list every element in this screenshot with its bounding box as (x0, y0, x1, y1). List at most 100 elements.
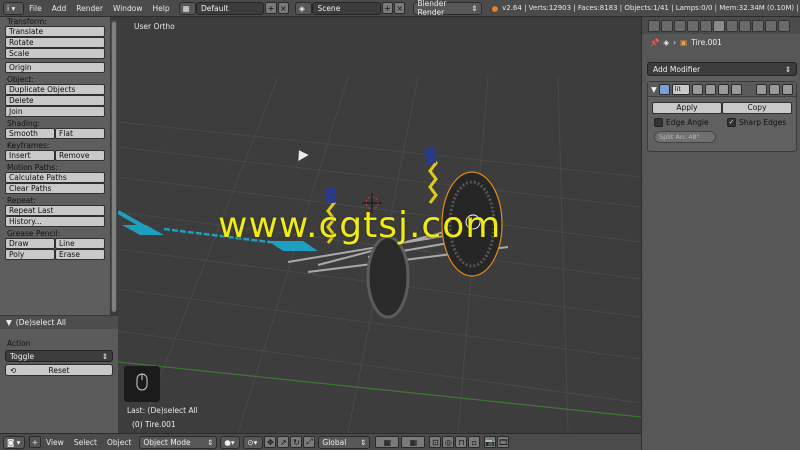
manipulator-toggle-icon[interactable]: ✥ (264, 436, 277, 448)
mode-dropdown[interactable]: Object Mode ⇕ (139, 435, 218, 449)
operator-title: (De)select All (15, 318, 66, 327)
layer-grid-icon[interactable]: ▦ (375, 436, 400, 448)
screen-layout-field[interactable]: Default (196, 1, 265, 15)
menu-window[interactable]: Window (108, 4, 148, 13)
apply-button[interactable]: Apply (652, 102, 722, 114)
proportional-edit-icon[interactable]: ◎ (442, 436, 455, 448)
line-button[interactable]: Line (55, 238, 105, 249)
scene-field[interactable]: Scene (312, 1, 381, 15)
physics-tab-icon[interactable] (778, 19, 790, 32)
mode-value: Object Mode (143, 437, 191, 447)
flat-button[interactable]: Flat (55, 128, 105, 139)
mouse-pointer (298, 150, 309, 162)
properties-breadcrumb: 📌 ◈ › ▣ Tire.001 (642, 34, 800, 50)
join-button[interactable]: Join (5, 106, 105, 117)
menu-render[interactable]: Render (71, 4, 108, 13)
draw-button[interactable]: Draw (5, 238, 55, 249)
delete-screen-icon[interactable]: × (277, 2, 290, 14)
action-dropdown[interactable]: Toggle ⇕ (5, 350, 113, 362)
tool-shelf: Transform: Translate Rotate Scale Origin… (0, 17, 110, 315)
world-tab-icon[interactable] (674, 19, 686, 32)
modifier-header: ▼ lit (648, 82, 796, 97)
add-screen-icon[interactable]: + (265, 2, 277, 14)
clear-paths-button[interactable]: Clear Paths (5, 183, 105, 194)
opengl-anim-icon[interactable]: 🎞 (497, 436, 510, 448)
viewport-toggle-icon[interactable] (704, 83, 716, 95)
menu-help[interactable]: Help (148, 4, 175, 13)
rotate-button[interactable]: Rotate (5, 37, 105, 48)
data-tab-icon[interactable] (726, 19, 738, 32)
scale-button[interactable]: Scale (5, 48, 105, 59)
menu-select[interactable]: Select (69, 438, 102, 447)
grease-pencil-section-label: Grease Pencil: (7, 229, 61, 238)
pivot-point-icon[interactable]: ⊙▾ (243, 435, 264, 449)
viewport-header: ◙ ▾ + View Select Object Object Mode ⇕ ●▾… (0, 433, 641, 450)
opengl-render-icon[interactable]: 📷 (484, 436, 497, 448)
reset-button[interactable]: ⟲ Reset (5, 364, 113, 376)
smooth-button[interactable]: Smooth (5, 128, 55, 139)
move-down-icon[interactable] (769, 83, 780, 95)
render-tab-icon[interactable] (648, 19, 660, 32)
close-icon[interactable] (782, 83, 793, 95)
tool-shelf-scrollbar[interactable] (111, 20, 117, 312)
constraints-tab-icon[interactable] (700, 19, 712, 32)
remove-keyframe-button[interactable]: Remove (55, 150, 105, 161)
insert-keyframe-button[interactable]: Insert (5, 150, 55, 161)
material-tab-icon[interactable] (739, 19, 751, 32)
rotate-manipulator-icon[interactable]: ↻ (290, 436, 303, 448)
poly-button[interactable]: Poly (5, 249, 55, 260)
scrollbar-thumb[interactable] (112, 22, 116, 312)
screen-layout-icon[interactable]: ▦ (178, 1, 197, 15)
history-button[interactable]: History... (5, 216, 105, 227)
action-value: Toggle (10, 351, 35, 361)
menu-add[interactable]: Add (47, 4, 72, 13)
texture-tab-icon[interactable] (752, 19, 764, 32)
translate-manipulator-icon[interactable]: ↗ (277, 436, 290, 448)
editor-type-info-button[interactable]: i ▾ (3, 1, 25, 15)
menu-view[interactable]: View (41, 438, 69, 447)
collapse-triangle-icon[interactable]: ▼ (651, 85, 657, 94)
menu-object[interactable]: Object (102, 438, 136, 447)
add-scene-icon[interactable]: + (381, 2, 394, 14)
lock-layers-icon[interactable]: ⊡ (429, 436, 442, 448)
editmode-toggle-icon[interactable] (717, 83, 729, 95)
pin-icon[interactable]: 📌 (650, 38, 659, 47)
operator-panel-header[interactable]: ▼ (De)select All (0, 316, 118, 329)
editor-type-3d-view-button[interactable]: ◙ ▾ (3, 435, 25, 449)
modifiers-tab-icon[interactable] (713, 19, 725, 32)
render-engine-dropdown[interactable]: Blender Render ⇕ (413, 0, 482, 17)
erase-button[interactable]: Erase (55, 249, 105, 260)
breadcrumb-arrow-icon: › (673, 37, 677, 47)
delete-scene-icon[interactable]: × (394, 2, 406, 14)
move-up-icon[interactable] (756, 83, 767, 95)
cage-toggle-icon[interactable] (730, 83, 742, 95)
properties-tabs (642, 17, 800, 34)
menu-file[interactable]: File (24, 4, 47, 13)
3d-viewport[interactable]: User Ortho www.cgtsj.com Last: (De)selec… (118, 17, 641, 433)
render-toggle-icon[interactable] (691, 83, 703, 95)
translate-button[interactable]: Translate (5, 26, 105, 37)
modifier-name-field[interactable]: lit (671, 83, 690, 95)
expand-menus-icon[interactable]: + (29, 436, 41, 448)
scale-manipulator-icon[interactable]: ⤢ (303, 436, 316, 448)
copy-button[interactable]: Copy (722, 102, 792, 114)
top-header: i ▾ File Add Render Window Help ▦ Defaul… (0, 0, 800, 17)
add-modifier-dropdown[interactable]: Add Modifier ⇕ (647, 62, 797, 76)
snap-toggle-icon[interactable]: ⊓ (455, 436, 468, 448)
object-tab-icon[interactable] (687, 19, 699, 32)
calculate-paths-button[interactable]: Calculate Paths (5, 172, 105, 183)
delete-button[interactable]: Delete (5, 95, 105, 106)
duplicate-objects-button[interactable]: Duplicate Objects (5, 84, 105, 95)
sharp-edges-checkbox[interactable]: ✓ Sharp Edges (727, 118, 790, 127)
scene-tab-icon[interactable] (661, 19, 673, 32)
scene-icon[interactable]: ◈ (295, 1, 313, 15)
particles-tab-icon[interactable] (765, 19, 777, 32)
split-angle-field[interactable]: Split An: 48° (654, 131, 716, 143)
edge-angle-checkbox[interactable]: Edge Angle (654, 118, 717, 127)
snap-element-icon[interactable]: ▫ (468, 436, 481, 448)
layer-grid-icon[interactable]: ▦ (401, 436, 426, 448)
repeat-last-button[interactable]: Repeat Last (5, 205, 105, 216)
origin-button[interactable]: Origin (5, 62, 105, 73)
orientation-dropdown[interactable]: Global ⇕ (318, 435, 371, 449)
viewport-shading-icon[interactable]: ●▾ (220, 435, 241, 449)
